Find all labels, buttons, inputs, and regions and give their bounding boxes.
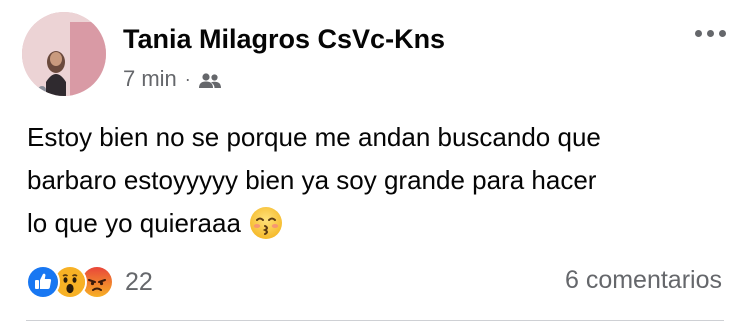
like-reaction-icon — [26, 265, 60, 299]
reactions-bar[interactable]: 22 — [26, 264, 153, 300]
action-divider — [26, 320, 724, 321]
post-text: lo que yo quieraaa — [27, 208, 241, 238]
timestamp[interactable]: 7 min — [123, 66, 177, 92]
friends-icon[interactable] — [198, 70, 221, 88]
post-text-line-last: lo que yo quieraaa — [27, 202, 727, 245]
reaction-count: 22 — [125, 267, 153, 296]
post-meta: 7 min · — [123, 65, 221, 93]
kissing-face-emoji — [249, 206, 283, 240]
meta-separator: · — [184, 68, 191, 89]
comments-count-link[interactable]: 6 comentarios — [565, 266, 722, 295]
post-card: Tania Milagros CsVc-Kns 7 min · Estoy bi… — [0, 0, 750, 326]
author-name[interactable]: Tania Milagros CsVc-Kns — [123, 24, 445, 55]
more-options-icon[interactable] — [688, 20, 732, 46]
post-text-line: barbaro estoyyyyy bien ya soy grande par… — [27, 165, 597, 195]
post-text-line: Estoy bien no se porque me andan buscand… — [27, 122, 601, 152]
post-body: Estoy bien no se porque me andan buscand… — [27, 116, 727, 245]
avatar[interactable] — [22, 12, 106, 96]
